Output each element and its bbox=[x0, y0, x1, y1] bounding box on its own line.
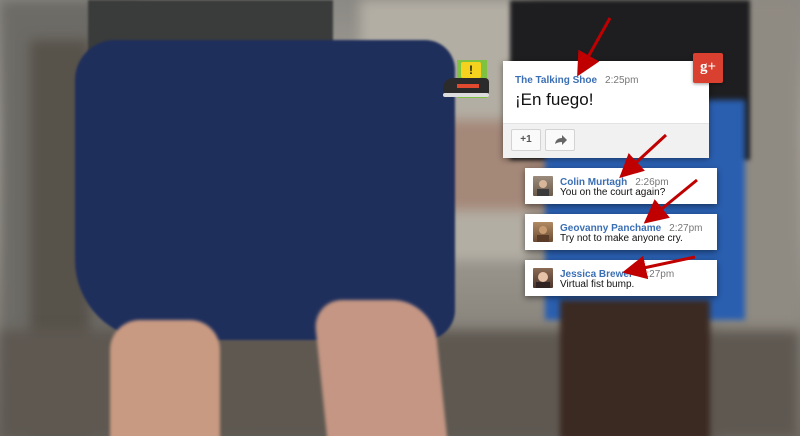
comment-card: Geovanny Panchame 2:27pm Try not to make … bbox=[525, 214, 717, 250]
share-arrow-icon bbox=[555, 135, 567, 145]
talking-shoe-icon[interactable]: ! bbox=[443, 60, 493, 100]
bg-player-legs bbox=[560, 300, 710, 436]
comment-card: Jessica Brewer 2:27pm Virtual fist bump. bbox=[525, 260, 717, 296]
google-plus-badge[interactable]: g+ bbox=[693, 53, 723, 83]
person-avatar-icon bbox=[537, 226, 549, 242]
comment-card: Colin Murtagh 2:26pm You on the court aga… bbox=[525, 168, 717, 204]
comment-text: Try not to make anyone cry. bbox=[560, 233, 683, 244]
post-author[interactable]: The Talking Shoe bbox=[515, 75, 597, 86]
player-shorts bbox=[75, 40, 455, 340]
player-leg-right bbox=[312, 300, 448, 436]
comment-time: 2:27pm bbox=[640, 269, 675, 280]
sneaker-sole bbox=[443, 93, 489, 97]
avatar-jessica[interactable] bbox=[533, 268, 553, 288]
avatar-colin[interactable] bbox=[533, 176, 553, 196]
plus-one-button[interactable]: +1 bbox=[511, 129, 541, 151]
post-header: The Talking Shoe 2:25pm bbox=[515, 70, 638, 88]
comment-text: You on the court again? bbox=[560, 187, 666, 198]
post-text: ¡En fuego! bbox=[515, 90, 594, 109]
alert-bubble-icon: ! bbox=[461, 62, 481, 78]
post-actions-bar: +1 bbox=[503, 123, 709, 158]
comment-text: Virtual fist bump. bbox=[560, 279, 635, 290]
post-card: The Talking Shoe 2:25pm ¡En fuego! +1 g+ bbox=[503, 53, 723, 158]
avatar-geovanny[interactable] bbox=[533, 222, 553, 242]
post-time: 2:25pm bbox=[605, 75, 639, 86]
sneaker-stripe bbox=[457, 84, 479, 88]
person-avatar-icon bbox=[536, 272, 550, 288]
share-button[interactable] bbox=[545, 129, 575, 151]
player-leg-left bbox=[110, 320, 220, 436]
person-avatar-icon bbox=[537, 180, 549, 196]
